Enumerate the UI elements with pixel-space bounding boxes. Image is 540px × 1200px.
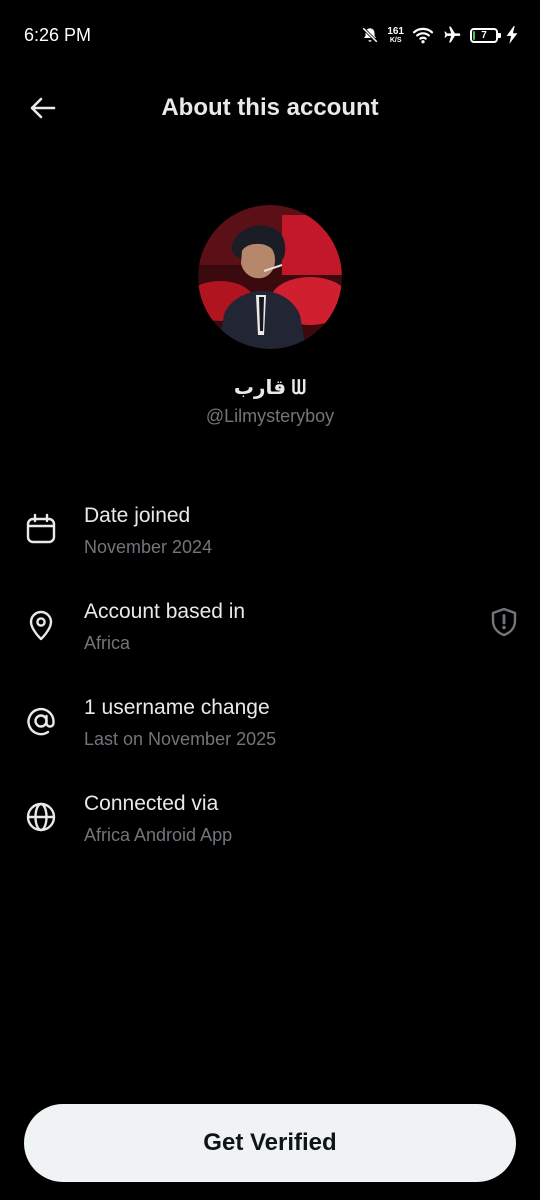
connected-via-value: Africa Android App bbox=[84, 825, 233, 845]
network-speed: 161 K/S bbox=[387, 25, 404, 44]
account-location-label: Account based in bbox=[84, 600, 246, 623]
battery-level: 7 bbox=[481, 29, 487, 41]
profile-section: قارب ᗯ @Lilmysteryboy bbox=[0, 205, 540, 427]
header: About this account bbox=[0, 78, 540, 138]
connected-via-label: Connected via bbox=[84, 792, 219, 815]
account-location-value: Africa bbox=[84, 633, 131, 653]
shield-alert-icon[interactable] bbox=[488, 606, 520, 638]
account-location-row: Account based in Africa bbox=[0, 596, 540, 692]
page-title: About this account bbox=[161, 94, 379, 121]
network-speed-unit: K/S bbox=[389, 36, 402, 44]
calendar-icon bbox=[26, 513, 56, 544]
status-bar: 6:26 PM 161 K/S 7 bbox=[0, 0, 540, 70]
globe-icon bbox=[26, 802, 56, 832]
network-speed-value: 161 bbox=[387, 25, 404, 37]
status-time: 6:26 PM bbox=[24, 25, 92, 45]
battery-fill bbox=[473, 30, 475, 40]
wifi-icon bbox=[412, 27, 434, 44]
account-info-list: Date joined November 2024 Account based … bbox=[0, 500, 540, 884]
username-change-label: 1 username change bbox=[84, 696, 270, 719]
date-joined-label: Date joined bbox=[84, 504, 191, 527]
status-icons: 161 K/S 7 bbox=[361, 22, 518, 48]
mute-bell-icon bbox=[362, 27, 379, 43]
username: @Lilmysteryboy bbox=[205, 406, 335, 426]
date-joined-value: November 2024 bbox=[84, 537, 213, 557]
date-joined-row: Date joined November 2024 bbox=[0, 500, 540, 596]
charging-bolt-icon bbox=[506, 26, 518, 44]
connected-via-row: Connected via Africa Android App bbox=[0, 788, 540, 884]
avatar[interactable] bbox=[198, 205, 342, 349]
display-name: قارب ᗯ bbox=[233, 377, 307, 399]
at-sign-icon bbox=[27, 707, 55, 736]
username-change-value: Last on November 2025 bbox=[84, 729, 277, 749]
battery-icon: 7 bbox=[470, 27, 501, 43]
username-change-row: 1 username change Last on November 2025 bbox=[0, 692, 540, 788]
airplane-icon bbox=[444, 26, 461, 43]
get-verified-button[interactable]: Get Verified bbox=[24, 1104, 516, 1182]
location-pin-icon bbox=[29, 610, 53, 641]
